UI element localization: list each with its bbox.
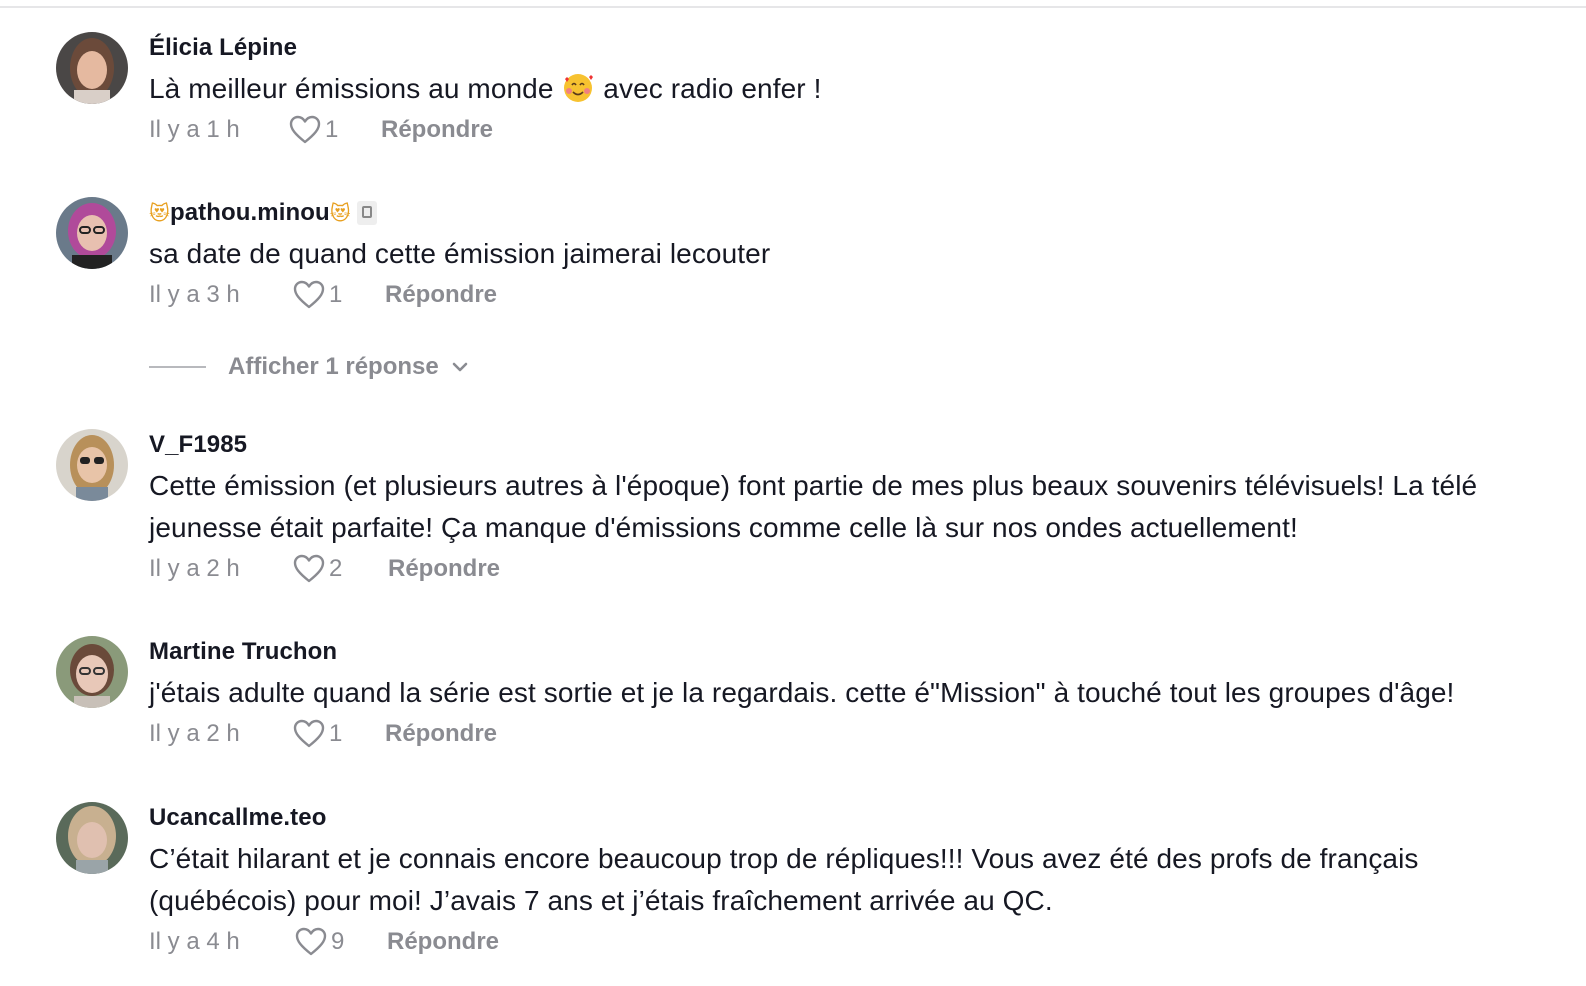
heart-outline-icon — [295, 927, 327, 956]
reply-button[interactable]: Répondre — [388, 555, 500, 583]
comment-username[interactable]: V_F1985 — [149, 429, 1549, 461]
comment-meta: Il y a 2 h 2 Répondre — [149, 549, 1549, 589]
comment-meta: Il y a 4 h 9 Répondre — [149, 922, 1549, 962]
avatar[interactable] — [56, 802, 128, 874]
top-divider — [0, 6, 1586, 8]
view-replies-button[interactable]: Afficher 1 réponse — [149, 350, 469, 384]
cat-heart-eyes-icon: 😻 — [329, 201, 351, 225]
avatar[interactable] — [56, 636, 128, 708]
comment-text: C’était hilarant et je connais encore be… — [149, 843, 1419, 916]
comment-text: Là meilleur émissions au monde avec radi… — [149, 68, 1549, 110]
comment-username[interactable]: Ucancallme.teo — [149, 802, 1549, 834]
like-button[interactable]: 1 — [293, 280, 385, 310]
like-button[interactable]: 9 — [295, 927, 387, 957]
like-button[interactable]: 1 — [293, 719, 385, 749]
comment-username[interactable]: 😻 pathou.minou 😻 — [149, 197, 1549, 229]
like-count: 1 — [325, 116, 339, 143]
comment-meta: Il y a 3 h 1 Répondre — [149, 275, 1549, 315]
avatar[interactable] — [56, 197, 128, 269]
comment-username[interactable]: Martine Truchon — [149, 636, 1549, 668]
like-count: 9 — [331, 928, 345, 955]
comment-timestamp: Il y a 2 h — [149, 555, 240, 582]
comment-text-part: avec radio enfer ! — [595, 73, 822, 104]
heart-outline-icon — [293, 719, 325, 748]
like-count: 1 — [329, 281, 343, 308]
username-text: pathou.minou — [169, 199, 330, 226]
chevron-down-icon — [452, 362, 468, 372]
comment-timestamp: Il y a 3 h — [149, 281, 240, 308]
reply-button[interactable]: Répondre — [385, 720, 497, 748]
smiling-face-with-hearts-icon — [563, 73, 594, 103]
avatar[interactable] — [56, 429, 128, 501]
comment-text: sa date de quand cette émission jaimerai… — [149, 238, 771, 269]
avatar[interactable] — [56, 32, 128, 104]
badge-icon — [356, 201, 377, 225]
heart-outline-icon — [293, 280, 325, 309]
comment-text-part: Là meilleur émissions au monde — [149, 73, 554, 104]
reply-button[interactable]: Répondre — [385, 281, 497, 309]
like-count: 2 — [329, 555, 343, 582]
reply-button[interactable]: Répondre — [381, 116, 493, 144]
comment-timestamp: Il y a 2 h — [149, 720, 240, 747]
divider-line — [149, 366, 206, 368]
comment-text: Cette émission (et plusieurs autres à l'… — [149, 470, 1478, 543]
comment-meta: Il y a 2 h 1 Répondre — [149, 714, 1549, 754]
comment-username[interactable]: Élicia Lépine — [149, 32, 1549, 64]
comment-timestamp: Il y a 1 h — [149, 116, 240, 143]
like-count: 1 — [329, 720, 343, 747]
reply-button[interactable]: Répondre — [387, 928, 499, 956]
like-button[interactable]: 1 — [289, 115, 381, 145]
comment-timestamp: Il y a 4 h — [149, 928, 240, 955]
heart-outline-icon — [289, 115, 321, 144]
comment-text: j'étais adulte quand la série est sortie… — [149, 677, 1455, 708]
like-button[interactable]: 2 — [293, 554, 388, 584]
view-replies-label: Afficher 1 réponse — [228, 353, 439, 380]
comment-meta: Il y a 1 h 1 Répondre — [149, 110, 1549, 150]
cat-heart-eyes-icon: 😻 — [149, 201, 170, 225]
heart-outline-icon — [293, 554, 325, 583]
